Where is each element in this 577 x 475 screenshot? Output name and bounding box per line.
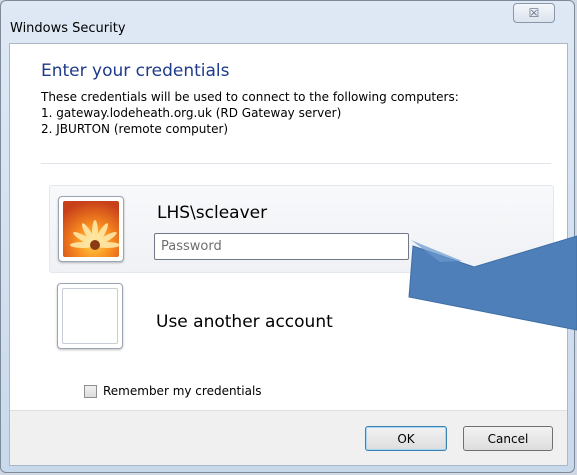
divider (41, 163, 551, 164)
description-line: These credentials will be used to connec… (41, 90, 459, 104)
dialog-body: Enter your credentials These credentials… (9, 43, 568, 466)
description-line: 2. JBURTON (remote computer) (41, 122, 229, 136)
windows-security-dialog: Windows Security ☒ Enter your credential… (0, 0, 575, 473)
use-another-account-tile[interactable]: Use another account (49, 280, 554, 368)
window-title: Windows Security (10, 21, 126, 36)
dialog-heading: Enter your credentials (41, 61, 230, 81)
close-button[interactable]: ☒ (513, 3, 555, 23)
remember-checkbox[interactable] (84, 384, 97, 398)
password-input[interactable] (154, 233, 409, 260)
remember-label: Remember my credentials (103, 384, 262, 398)
flower-avatar-icon (58, 196, 124, 262)
blank-avatar-icon (57, 283, 123, 349)
title-bar[interactable]: Windows Security ☒ (1, 1, 574, 37)
account-tile-selected[interactable]: LHS\scleaver (49, 185, 554, 273)
close-icon: ☒ (528, 6, 540, 20)
dialog-description: These credentials will be used to connec… (41, 89, 459, 137)
button-bar: OK Cancel (10, 410, 567, 465)
account-username: LHS\scleaver (157, 203, 268, 223)
description-line: 1. gateway.lodeheath.org.uk (RD Gateway … (41, 106, 342, 120)
remember-credentials[interactable]: Remember my credentials (84, 384, 262, 398)
ok-button[interactable]: OK (365, 426, 447, 451)
cancel-button[interactable]: Cancel (463, 426, 553, 451)
use-another-account-label: Use another account (156, 312, 333, 332)
